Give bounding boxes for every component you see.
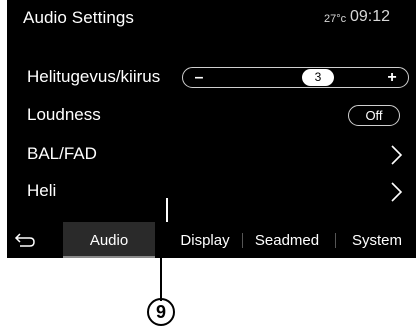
chevron-right-icon[interactable] [389,181,403,203]
chevron-right-icon[interactable] [389,144,403,166]
sound-item[interactable]: Heli [27,181,56,201]
volume-speed-label: Helitugevus/kiirus [27,67,161,86]
tab-separator [242,233,243,248]
callout-number: 9 [147,298,175,326]
loudness-toggle[interactable]: Off [348,105,400,126]
tab-system[interactable]: System [341,222,413,258]
tab-separator [335,233,336,248]
temperature-readout: 27°c [324,13,347,25]
volume-decrease-button[interactable]: – [190,68,208,87]
volume-level-knob[interactable]: 3 [302,69,334,86]
tab-bar: Audio Display Seadmed System [7,222,416,258]
callout-leader-line [160,258,162,301]
bal-fad-item[interactable]: BAL/FAD [27,144,97,164]
clock: 09:12 [350,8,391,25]
tab-audio[interactable]: Audio [63,222,155,258]
loudness-label: Loudness [27,105,101,124]
volume-increase-button[interactable]: + [383,68,401,87]
tab-display[interactable]: Display [171,222,239,258]
volume-slider[interactable]: – 3 + [182,67,409,88]
tab-devices[interactable]: Seadmed [247,222,327,258]
back-arrow-icon[interactable] [14,232,36,248]
audio-settings-screen: Audio Settings 27°c 09:12 Helitugevus/ki… [7,0,416,258]
page-title: Audio Settings [23,8,135,27]
